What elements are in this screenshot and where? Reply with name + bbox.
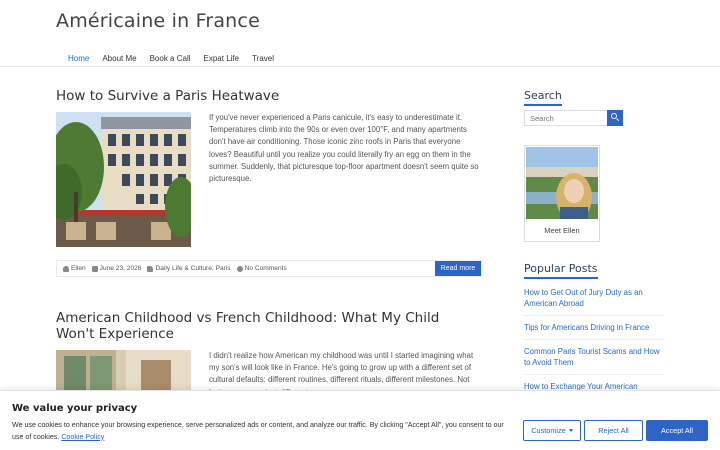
cookie-banner-title: We value your privacy bbox=[12, 403, 138, 414]
post-comments[interactable]: No Comments bbox=[236, 265, 287, 272]
profile-photo bbox=[526, 147, 598, 219]
caret-down-icon bbox=[568, 429, 573, 432]
search-input[interactable] bbox=[524, 110, 608, 126]
cookie-banner-text: We use cookies to enhance your browsing … bbox=[12, 421, 504, 441]
popular-posts-title: Popular Posts bbox=[524, 262, 598, 279]
folder-icon bbox=[147, 265, 154, 272]
post-author[interactable]: Ellen bbox=[63, 265, 86, 272]
cookie-consent-banner: We value your privacy We use cookies to … bbox=[0, 390, 720, 450]
main-nav: Home About Me Book a Call Expat Life Tra… bbox=[68, 54, 287, 63]
customize-button[interactable]: Customize bbox=[523, 420, 581, 441]
cookie-policy-link[interactable]: Cookie Policy bbox=[61, 433, 104, 441]
post-thumbnail[interactable] bbox=[56, 112, 191, 247]
nav-item-about-me[interactable]: About Me bbox=[102, 54, 136, 63]
read-more-button[interactable]: Read more bbox=[435, 261, 481, 276]
paris-street-image bbox=[56, 112, 191, 247]
nav-item-book-a-call[interactable]: Book a Call bbox=[150, 54, 191, 63]
post-date[interactable]: June 23, 2026 bbox=[91, 265, 141, 272]
profile-caption[interactable]: Meet Ellen bbox=[525, 226, 599, 235]
comment-icon bbox=[236, 265, 243, 272]
nav-item-home[interactable]: Home bbox=[68, 54, 89, 63]
post-title[interactable]: How to Survive a Paris Heatwave bbox=[56, 88, 279, 104]
popular-post-link[interactable]: How to Get Out of Jury Duty as an Americ… bbox=[524, 287, 664, 316]
nav-item-travel[interactable]: Travel bbox=[252, 54, 274, 63]
post-categories[interactable]: Daily Life & Culture, Paris bbox=[147, 265, 231, 272]
post-title[interactable]: American Childhood vs French Childhood: … bbox=[56, 310, 476, 342]
avatar[interactable] bbox=[526, 147, 598, 219]
popular-post-link[interactable]: Common Paris Tourist Scams and How to Av… bbox=[524, 346, 664, 375]
post-excerpt: If you've never experienced a Paris cani… bbox=[209, 113, 479, 184]
user-icon bbox=[63, 265, 69, 272]
reject-all-button[interactable]: Reject All bbox=[584, 420, 643, 441]
profile-card[interactable]: Meet Ellen bbox=[524, 145, 600, 242]
search-widget-title: Search bbox=[524, 89, 562, 106]
site-title[interactable]: Américaine in France bbox=[56, 10, 260, 32]
post-meta-bar: Ellen June 23, 2026 Daily Life & Culture… bbox=[56, 260, 482, 277]
site-header: Américaine in France Home About Me Book … bbox=[0, 0, 720, 67]
accept-all-button[interactable]: Accept All bbox=[646, 420, 708, 441]
nav-item-expat-life[interactable]: Expat Life bbox=[204, 54, 240, 63]
search-button[interactable] bbox=[607, 110, 623, 126]
popular-post-link[interactable]: Tips for Americans Driving in France bbox=[524, 322, 664, 340]
calendar-icon bbox=[91, 265, 98, 272]
